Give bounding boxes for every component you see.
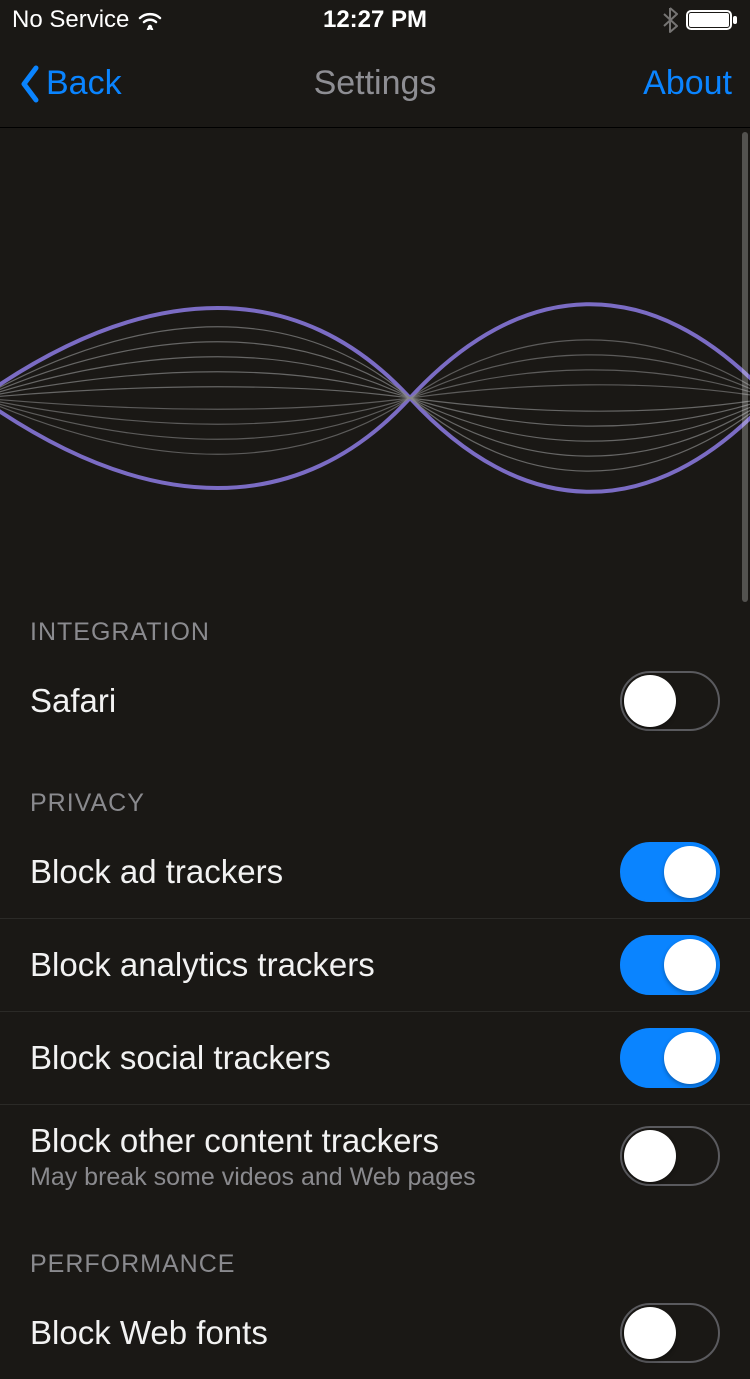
row-safari: Safari	[0, 655, 750, 747]
hero-wave-graphic	[0, 128, 750, 598]
row-label: Block analytics trackers	[30, 945, 375, 985]
toggle-social-trackers[interactable]	[620, 1028, 720, 1088]
back-button[interactable]: Back	[18, 64, 122, 104]
row-label: Block ad trackers	[30, 852, 283, 892]
page-title: Settings	[314, 64, 437, 103]
carrier-text: No Service	[12, 6, 129, 34]
row-label: Safari	[30, 681, 116, 721]
row-web-fonts: Block Web fonts	[0, 1287, 750, 1379]
scrollbar[interactable]	[742, 132, 748, 602]
toggle-web-fonts[interactable]	[620, 1303, 720, 1363]
battery-icon	[686, 8, 738, 32]
chevron-left-icon	[18, 64, 42, 104]
section-header-performance: PERFORMANCE	[0, 1250, 750, 1287]
row-other-trackers: Block other content trackers May break s…	[0, 1105, 750, 1208]
settings-list: INTEGRATION Safari PRIVACY Block ad trac…	[0, 598, 750, 1379]
status-time: 12:27 PM	[323, 6, 427, 34]
wifi-icon	[137, 10, 163, 30]
section-header-integration: INTEGRATION	[0, 618, 750, 655]
back-label: Back	[46, 64, 122, 103]
bluetooth-icon	[662, 7, 678, 33]
about-button[interactable]: About	[643, 64, 732, 103]
row-label: Block social trackers	[30, 1038, 331, 1078]
row-analytics-trackers: Block analytics trackers	[0, 919, 750, 1012]
toggle-analytics-trackers[interactable]	[620, 935, 720, 995]
row-subtitle: May break some videos and Web pages	[30, 1163, 476, 1192]
section-header-privacy: PRIVACY	[0, 789, 750, 826]
row-ad-trackers: Block ad trackers	[0, 826, 750, 919]
nav-bar: Back Settings About	[0, 40, 750, 128]
row-social-trackers: Block social trackers	[0, 1012, 750, 1105]
row-label: Block Web fonts	[30, 1313, 268, 1353]
status-right	[662, 7, 738, 33]
toggle-safari[interactable]	[620, 671, 720, 731]
status-left: No Service	[12, 6, 163, 34]
row-label: Block other content trackers	[30, 1121, 476, 1161]
toggle-ad-trackers[interactable]	[620, 842, 720, 902]
status-bar: No Service 12:27 PM	[0, 0, 750, 40]
toggle-other-trackers[interactable]	[620, 1126, 720, 1186]
